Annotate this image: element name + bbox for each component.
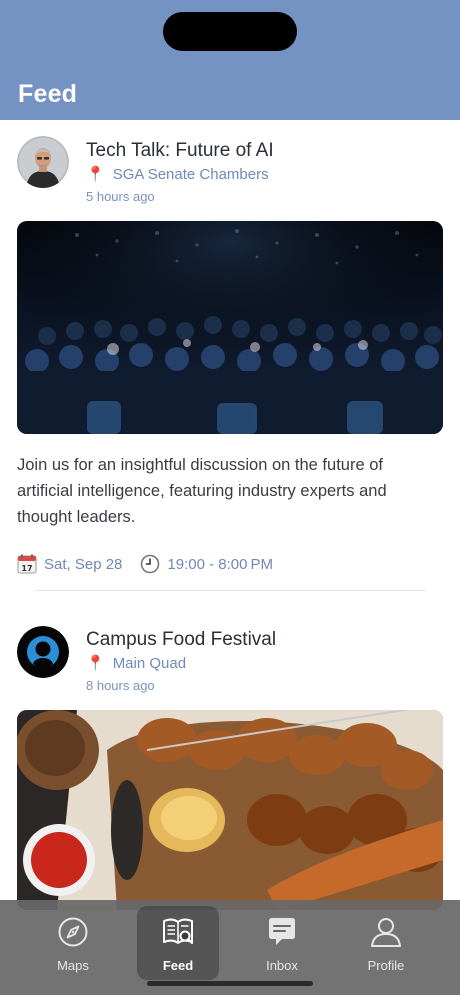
avatar[interactable]	[17, 136, 69, 188]
calendar-icon: 17	[17, 554, 37, 574]
header-bar: Feed	[0, 0, 460, 120]
post-image-food[interactable]	[17, 710, 443, 910]
post-timestamp: 5 hours ago	[86, 189, 155, 204]
clock-icon	[141, 554, 160, 574]
post-image-conference[interactable]	[17, 221, 443, 434]
tab-label: Inbox	[266, 958, 298, 973]
tab-maps[interactable]: Maps	[32, 906, 114, 980]
post-title[interactable]: Tech Talk: Future of AI	[86, 140, 274, 162]
post-location[interactable]: 📍 Main Quad	[86, 655, 186, 672]
tab-label: Profile	[367, 958, 405, 973]
feed-screen: Feed Tech Talk: Future of AI 📍 SGA Senat…	[0, 0, 460, 995]
avatar[interactable]	[17, 626, 69, 678]
dynamic-island	[163, 12, 297, 51]
post-location[interactable]: 📍 SGA Senate Chambers	[86, 166, 269, 183]
event-hours: 19:00 - 8:00 PM	[140, 554, 273, 574]
home-indicator	[147, 981, 313, 986]
tab-label: Maps	[57, 958, 89, 973]
post-title[interactable]: Campus Food Festival	[86, 629, 276, 651]
chat-bubble-icon	[269, 918, 295, 945]
location-pin-icon: 📍	[86, 655, 105, 672]
event-hours-label: 19:00 - 8:00 PM	[167, 555, 273, 573]
location-pin-icon: 📍	[86, 166, 105, 183]
post-meta: 17 Sat, Sep 28 19:00 - 8:00 PM	[17, 554, 273, 574]
tab-inbox[interactable]: Inbox	[241, 906, 323, 980]
event-date-label: Sat, Sep 28	[44, 555, 123, 573]
tab-feed[interactable]: Feed	[137, 906, 219, 980]
location-label: Main Quad	[112, 655, 187, 672]
event-date: 17 Sat, Sep 28	[17, 554, 122, 574]
post-divider	[35, 590, 426, 591]
post-timestamp: 8 hours ago	[86, 678, 155, 693]
person-icon	[371, 918, 401, 947]
location-label: SGA Senate Chambers	[112, 166, 269, 183]
post-description: Join us for an insightful discussion on …	[17, 456, 387, 526]
compass-icon	[58, 917, 88, 947]
newspaper-search-icon	[163, 918, 194, 945]
tab-profile[interactable]: Profile	[345, 906, 427, 980]
page-title: Feed	[18, 80, 78, 108]
svg-text:17: 17	[21, 564, 32, 573]
tab-label: Feed	[162, 958, 194, 973]
